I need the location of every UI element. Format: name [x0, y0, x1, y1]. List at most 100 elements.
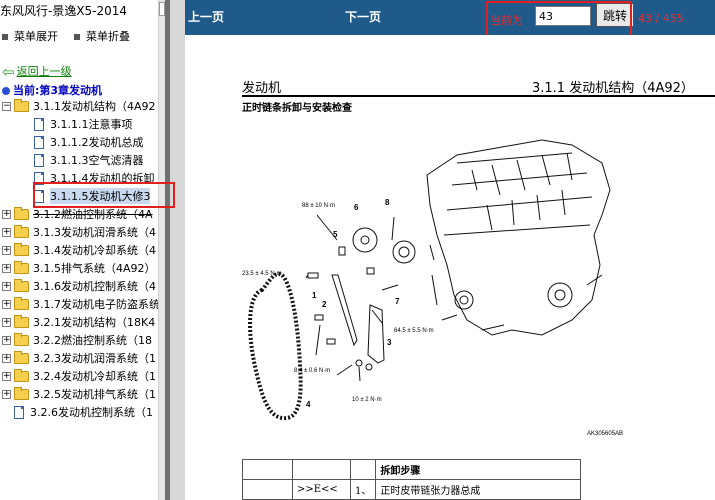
prev-page-button[interactable]: 上一页	[188, 8, 224, 25]
figure-code: AK305605AB	[587, 431, 623, 437]
section-title: 发动机	[242, 81, 282, 96]
tree-item-3-1-1-2[interactable]: 3.1.1.2发动机总成	[34, 133, 143, 151]
expand-icon[interactable]: +	[2, 299, 11, 309]
callout-number: 6	[354, 203, 359, 212]
folder-icon	[14, 242, 29, 256]
folder-icon	[14, 206, 29, 220]
callout-number: 1	[312, 291, 317, 300]
tree-item-3-2-2[interactable]: + 3.2.2燃油控制系统（18	[2, 331, 152, 349]
tree-item-3-1-6[interactable]: + 3.1.6发动机控制系统（4	[2, 277, 156, 295]
callout-number: 8	[385, 198, 390, 207]
table-row: 拆卸步骤	[242, 459, 582, 480]
back-link[interactable]: ⇦ 返回上一级	[2, 63, 72, 81]
tree-item-label: 3.1.4发动机冷却系统（4	[33, 244, 156, 257]
expand-icon[interactable]: +	[2, 281, 11, 291]
torque-label: 10 ± 2 N·m	[352, 397, 382, 403]
arrow-left-icon: ⇦	[2, 63, 15, 81]
table-header: 拆卸步骤	[375, 459, 582, 480]
tree-item-3-1-1[interactable]: − 3.1.1发动机结构（4A92	[2, 97, 156, 115]
folder-icon	[14, 224, 29, 238]
expand-icon[interactable]: +	[2, 245, 11, 255]
tree-item-3-1-1-3[interactable]: 3.1.1.3空气滤清器	[34, 151, 143, 169]
expand-icon[interactable]: +	[2, 353, 11, 363]
tree-item-label: 3.1.2燃油控制系统（4A	[33, 208, 153, 221]
expand-icon[interactable]: +	[2, 371, 11, 381]
torque-label: 88 ± 10 N·m	[302, 203, 335, 209]
viewer-toolbar: 上一页 下一页 当前为 跳转 43 / 455	[185, 0, 715, 35]
tree-item-label: 3.2.4发动机冷却系统（1	[33, 370, 156, 383]
tree-item-3-2-3[interactable]: + 3.2.3发动机润滑系统（1	[2, 349, 156, 367]
app-title: 东风风行-景逸X5-2014	[0, 4, 128, 18]
tree-item-label: 3.2.5发动机排气系统（1	[33, 388, 156, 401]
expand-icon[interactable]: +	[2, 263, 11, 273]
header-rule	[242, 95, 715, 97]
folder-icon	[14, 260, 29, 274]
document-icon	[34, 153, 44, 167]
document-icon	[14, 405, 24, 419]
tree-item-label: 3.1.3发动机润滑系统（4	[33, 226, 156, 239]
tree-panel: 东风风行-景逸X5-2014 菜单展开 菜单折叠 ⇦ 返回上一级 当前:第3章发动…	[0, 0, 158, 500]
table-row: >>E<< 1、 正时皮带链张力器总成	[242, 479, 582, 500]
next-page-button[interactable]: 下一页	[345, 8, 381, 25]
tree-item-3-1-7[interactable]: + 3.1.7发动机电子防盗系统	[2, 295, 158, 313]
menu-collapse-button[interactable]: 菜单折叠	[74, 28, 130, 44]
table-cell: >>E<<	[292, 479, 351, 500]
tree-item-label: 3.2.6发动机控制系统（1	[30, 406, 153, 419]
highlight-box-tree	[33, 182, 175, 208]
tree-item-3-2-6[interactable]: 3.2.6发动机控制系统（1	[14, 403, 153, 421]
torque-label: 8.4 ± 0.6 N·m	[294, 368, 330, 374]
expand-icon[interactable]: +	[2, 227, 11, 237]
tree-item-label: 3.1.6发动机控制系统（4	[33, 280, 156, 293]
section-number-title: 3.1.1 发动机结构（4A92）	[532, 81, 694, 96]
tree-item-label: 3.1.5排气系统（4A92）	[33, 262, 156, 275]
callout-number: 3	[387, 338, 392, 347]
tree-item-label: 3.2.2燃油控制系统（18	[33, 334, 152, 347]
page-subtitle: 正时链条拆卸与安装检查	[242, 103, 352, 114]
folder-icon	[14, 368, 29, 382]
expand-icon[interactable]: +	[2, 317, 11, 327]
document-icon	[34, 135, 44, 149]
expand-icon[interactable]: +	[2, 209, 11, 219]
square-icon	[2, 34, 8, 40]
table-cell	[242, 479, 293, 500]
expand-icon[interactable]: +	[2, 389, 11, 399]
square-icon	[74, 34, 80, 40]
tree-item-3-1-1-1[interactable]: 3.1.1.1注意事项	[34, 115, 132, 133]
folder-icon	[14, 296, 29, 310]
tree-item-label: 3.2.3发动机润滑系统（1	[33, 352, 156, 365]
folder-open-icon	[14, 98, 29, 112]
callout-number: 7	[395, 297, 400, 306]
folder-icon	[14, 332, 29, 346]
tree-item-label: 3.1.1发动机结构（4A92	[33, 100, 156, 113]
timing-chain-diagram: 88 ± 10 N·m 23.5 ± 4.5 N·m 64.5 ± 5.5 N·…	[242, 139, 623, 437]
tree-item-label: 3.1.1.3空气滤清器	[50, 154, 144, 167]
tree-item-label: 3.1.1.1注意事项	[50, 118, 133, 131]
tree-item-3-1-5[interactable]: + 3.1.5排气系统（4A92）	[2, 259, 156, 277]
folder-icon	[14, 350, 29, 364]
table-cell: 正时皮带链张力器总成	[375, 479, 582, 500]
current-location: 当前:第3章发动机	[2, 82, 102, 98]
tree-item-label: 3.1.7发动机电子防盗系统	[33, 298, 158, 311]
tree-item-3-2-1[interactable]: + 3.2.1发动机结构（18K4	[2, 313, 155, 331]
tree-item-3-2-4[interactable]: + 3.2.4发动机冷却系统（1	[2, 367, 156, 385]
menu-expand-button[interactable]: 菜单展开	[2, 28, 58, 44]
folder-icon	[14, 386, 29, 400]
tree-item-label: 3.1.1.2发动机总成	[50, 136, 144, 149]
tree-item-3-2-5[interactable]: + 3.2.5发动机排气系统（1	[2, 385, 156, 403]
folder-icon	[14, 278, 29, 292]
table-cell: 1、	[349, 479, 377, 500]
tree-item-3-1-3[interactable]: + 3.1.3发动机润滑系统（4	[2, 223, 156, 241]
callout-number: 5	[333, 230, 338, 239]
tree-item-label: 3.2.1发动机结构（18K4	[33, 316, 156, 329]
folder-icon	[14, 314, 29, 328]
viewer-gutter	[170, 0, 185, 500]
steps-table: 拆卸步骤 >>E<< 1、 正时皮带链张力器总成	[242, 459, 582, 500]
page-count: 43 / 455	[638, 12, 684, 25]
location-icon	[2, 87, 10, 95]
callout-number: 2	[322, 300, 327, 309]
collapse-icon[interactable]: −	[2, 101, 11, 111]
tree-scrollbar[interactable]	[158, 0, 165, 500]
tree-item-3-1-4[interactable]: + 3.1.4发动机冷却系统（4	[2, 241, 156, 259]
torque-label: 64.5 ± 5.5 N·m	[394, 328, 434, 334]
expand-icon[interactable]: +	[2, 335, 11, 345]
